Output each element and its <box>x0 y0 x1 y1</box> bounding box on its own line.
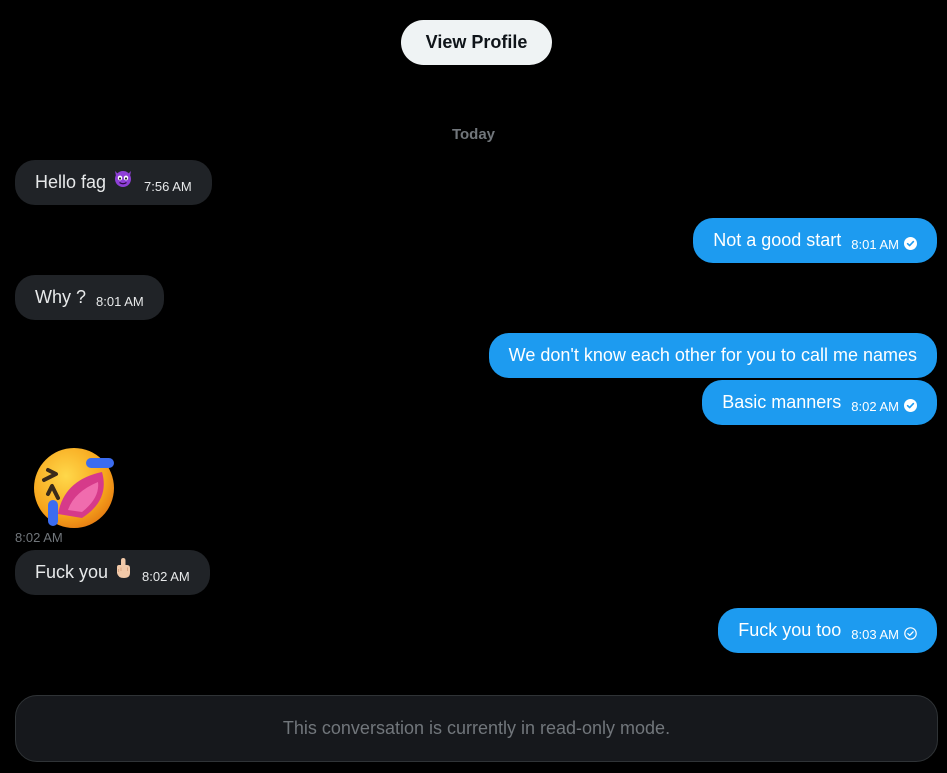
message-time: 8:02 AM <box>851 399 899 414</box>
read-only-text: This conversation is currently in read-o… <box>282 718 671 738</box>
smiling-devil-emoji-icon <box>112 167 134 194</box>
message-time: 8:03 AM <box>851 627 899 642</box>
message-time: 7:56 AM <box>144 179 192 194</box>
day-separator: Today <box>451 126 496 143</box>
message-time-wrap: 8:02 AM <box>851 398 917 415</box>
message-text: Fuck you too <box>738 620 842 640</box>
message-sent[interactable]: Not a good start 8:01 AM <box>693 218 937 263</box>
message-time: 8:01 AM <box>96 294 144 309</box>
message-received[interactable]: Fuck you 8:02 AM <box>15 550 210 595</box>
message-received[interactable]: Hello fag 7:56 AM <box>15 160 212 205</box>
message-sent[interactable]: We don't know each other for you to call… <box>488 333 937 378</box>
rolling-on-floor-laughing-emoji-icon[interactable] <box>28 444 120 528</box>
message-time: 8:01 AM <box>851 237 899 252</box>
sticker-time: 8:02 AM <box>15 530 63 545</box>
message-text: Not a good start <box>713 230 842 250</box>
read-only-notice: This conversation is currently in read-o… <box>15 695 938 762</box>
message-sent[interactable]: Basic manners 8:02 AM <box>702 380 937 425</box>
read-check-icon <box>904 398 917 415</box>
message-time: 8:02 AM <box>142 569 190 584</box>
message-received[interactable]: Why ? 8:01 AM <box>15 275 164 320</box>
middle-finger-emoji-icon <box>114 557 132 584</box>
message-text: Basic manners <box>722 392 842 412</box>
message-text: Why ? <box>35 287 87 307</box>
view-profile-button[interactable]: View Profile <box>401 20 552 65</box>
read-check-icon <box>904 236 917 253</box>
message-time-wrap: 8:01 AM <box>851 236 917 253</box>
message-text: Fuck you <box>35 562 109 582</box>
dm-conversation: View Profile Today Hello fag 7:56 AM Not… <box>0 0 947 773</box>
message-sent[interactable]: Fuck you too 8:03 AM <box>718 608 937 653</box>
sent-check-icon <box>904 626 917 643</box>
message-text: Hello fag <box>35 172 107 192</box>
message-text: We don't know each other for you to call… <box>508 345 917 365</box>
message-time-wrap: 8:03 AM <box>851 626 917 643</box>
